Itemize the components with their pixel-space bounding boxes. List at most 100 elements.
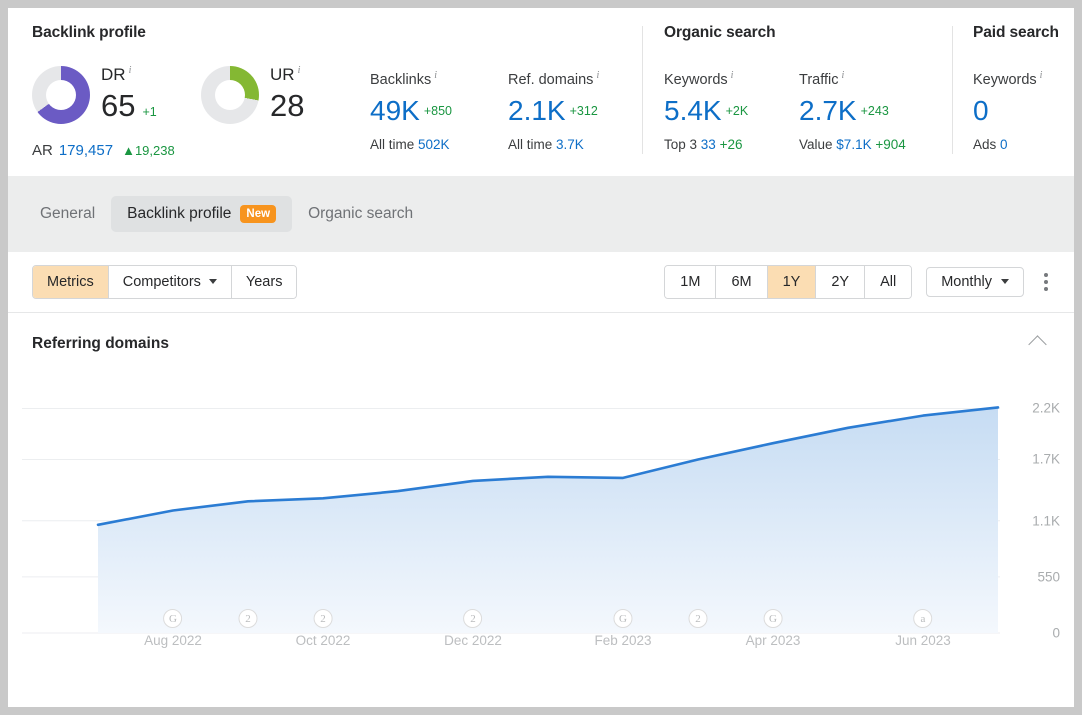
metric-organic-keywords-value-row: 5.4K +2K xyxy=(664,94,749,126)
x-axis-tick: G Aug 2022 xyxy=(144,609,202,648)
x-axis-tick: a Jun 2023 xyxy=(895,609,951,648)
x-axis-tick-label: Aug 2022 xyxy=(144,633,202,648)
google-update-marker[interactable]: G xyxy=(163,609,183,628)
group-title-organic-search: Organic search xyxy=(664,24,776,41)
group-title-paid-search: Paid search xyxy=(973,24,1059,41)
chart-title: Referring domains xyxy=(32,335,169,352)
ur-value: 28 xyxy=(270,88,305,123)
metric-ref-domains-sub: All time 3.7K xyxy=(508,136,584,152)
tab-organic-search-label: Organic search xyxy=(308,205,414,222)
tab-general[interactable]: General xyxy=(24,196,111,232)
x-axis-labels: G Aug 2022 2 2 Oct 2022 2 Dec 2022 G Feb 2023 2 G A… xyxy=(8,609,1074,669)
metric-backlinks-label: Backlinks i xyxy=(370,70,438,88)
ref-domains-info-icon[interactable]: i xyxy=(596,70,599,81)
x-axis-tick: G Feb 2023 xyxy=(594,609,652,648)
view-mode-competitors[interactable]: Competitors xyxy=(108,265,232,299)
section-tabs: General Backlink profile New Organic sea… xyxy=(8,176,1074,252)
chart-header: Referring domains xyxy=(8,313,1074,354)
granularity-dropdown[interactable]: Monthly xyxy=(926,266,1024,297)
x-axis-tick-label: Dec 2022 xyxy=(444,633,502,648)
metric-backlinks-delta: +850 xyxy=(423,103,452,118)
dr-donut-chart xyxy=(32,66,90,124)
x-axis-tick-label: Apr 2023 xyxy=(745,633,801,648)
y-axis-tick-label: 550 xyxy=(1037,569,1060,585)
metric-ref-domains: Ref. domains i 2.1K +312 All time 3.7K xyxy=(508,70,599,152)
view-mode-metrics[interactable]: Metrics xyxy=(33,265,109,299)
metric-paid-keywords-sub: Ads 0 xyxy=(973,136,1008,152)
metric-backlinks: Backlinks i 49K +850 All time 502K xyxy=(370,70,452,152)
view-mode-years[interactable]: Years xyxy=(231,265,297,299)
ahrefs-site-overview-panel: Backlink profile Organic search Paid sea… xyxy=(8,8,1074,707)
chevron-down-icon xyxy=(1001,279,1009,285)
ur-donut-chart xyxy=(201,66,259,124)
dr-metric: DR i 65 +1 xyxy=(32,66,157,124)
metric-traffic-value-row: 2.7K +243 xyxy=(799,94,889,126)
paid-keywords-info-icon[interactable]: i xyxy=(1040,70,1043,81)
new-badge: New xyxy=(240,204,277,224)
update-marker[interactable]: 2 xyxy=(313,609,333,628)
tab-backlink-profile[interactable]: Backlink profile New xyxy=(111,195,293,233)
metric-backlinks-value-row: 49K +850 xyxy=(370,94,452,126)
metric-paid-keywords: Keywords i 0 Ads 0 xyxy=(973,70,1042,152)
ur-info-icon[interactable]: i xyxy=(298,65,301,76)
tab-organic-search[interactable]: Organic search xyxy=(292,196,429,232)
backlinks-info-icon[interactable]: i xyxy=(434,70,437,81)
divider-backlink-organic xyxy=(642,26,643,154)
google-update-marker[interactable]: G xyxy=(763,609,783,628)
range-1m[interactable]: 1M xyxy=(665,265,717,299)
update-marker[interactable]: 2 xyxy=(688,609,708,628)
metric-ref-domains-value-row: 2.1K +312 xyxy=(508,94,598,126)
chart-toolbar: Metrics Competitors Years 1M 6M 1Y 2Y Al… xyxy=(8,252,1074,312)
x-axis-tick: 2 Dec 2022 xyxy=(444,609,502,648)
date-range-segmented-control: 1M 6M 1Y 2Y All xyxy=(664,264,913,300)
dr-info-icon[interactable]: i xyxy=(129,65,132,76)
google-update-marker[interactable]: G xyxy=(613,609,633,628)
metric-organic-keywords: Keywords i 5.4K +2K Top 3 33 +26 xyxy=(664,70,748,152)
x-axis-tick-label: Jun 2023 xyxy=(895,633,951,648)
range-1y[interactable]: 1Y xyxy=(767,265,817,299)
metric-organic-keywords-label: Keywords i xyxy=(664,70,734,88)
metric-backlinks-sub: All time 502K xyxy=(370,136,450,152)
chevron-down-icon xyxy=(208,279,217,285)
range-2y[interactable]: 2Y xyxy=(816,265,866,299)
metric-paid-keywords-label: Keywords i xyxy=(973,70,1043,88)
x-axis-tick-label: Feb 2023 xyxy=(594,633,652,648)
organic-keywords-info-icon[interactable]: i xyxy=(731,70,734,81)
view-mode-segmented-control: Metrics Competitors Years xyxy=(32,264,298,300)
metric-organic-keywords-delta: +2K xyxy=(725,103,749,118)
ar-metric-row: AR 179,457 ▲19,238 xyxy=(32,142,175,159)
metric-ref-domains-delta: +312 xyxy=(569,103,598,118)
tab-general-label: General xyxy=(40,205,96,222)
x-axis-tick: 2 Oct 2022 xyxy=(296,609,350,648)
y-axis-tick-label: 2.2K xyxy=(1032,400,1060,416)
ur-label: UR i xyxy=(270,65,301,84)
granularity-value: Monthly xyxy=(941,273,992,290)
update-marker[interactable]: 2 xyxy=(463,609,483,628)
metric-organic-keywords-sub: Top 3 33 +26 xyxy=(664,136,743,152)
toolbar-right-controls: 1M 6M 1Y 2Y All Monthly xyxy=(664,264,1054,300)
metrics-header: Backlink profile Organic search Paid sea… xyxy=(8,8,1074,176)
metric-paid-keywords-value: 0 xyxy=(973,94,989,126)
dr-label: DR i xyxy=(101,65,132,84)
metric-traffic: Traffic i 2.7K +243 Value $7.1K +904 xyxy=(799,70,906,152)
referring-domains-chart-card: Referring domains 0 550 1.1K 1.7K 2.2K G Aug … xyxy=(8,313,1074,707)
more-vertical-icon[interactable] xyxy=(1038,269,1054,295)
ahrefs-update-marker[interactable]: a xyxy=(913,609,933,628)
y-axis-tick-label: 1.1K xyxy=(1032,513,1060,529)
dr-delta: +1 xyxy=(142,105,157,119)
dr-value-row: 65 +1 xyxy=(101,88,157,123)
x-axis-tick: 2 xyxy=(688,609,708,628)
range-all[interactable]: All xyxy=(865,265,912,299)
divider-organic-paid xyxy=(952,26,953,154)
x-axis-tick: G Apr 2023 xyxy=(745,609,801,648)
x-axis-tick: 2 xyxy=(238,609,258,628)
metric-traffic-label: Traffic i xyxy=(799,70,845,88)
y-axis-tick-label: 1.7K xyxy=(1032,451,1060,467)
metric-traffic-delta: +243 xyxy=(860,103,889,118)
update-marker[interactable]: 2 xyxy=(238,609,258,628)
metric-ref-domains-label: Ref. domains i xyxy=(508,70,600,88)
chevron-up-icon[interactable] xyxy=(1028,334,1047,354)
traffic-info-icon[interactable]: i xyxy=(841,70,844,81)
range-6m[interactable]: 6M xyxy=(716,265,768,299)
metric-traffic-sub: Value $7.1K +904 xyxy=(799,136,906,152)
